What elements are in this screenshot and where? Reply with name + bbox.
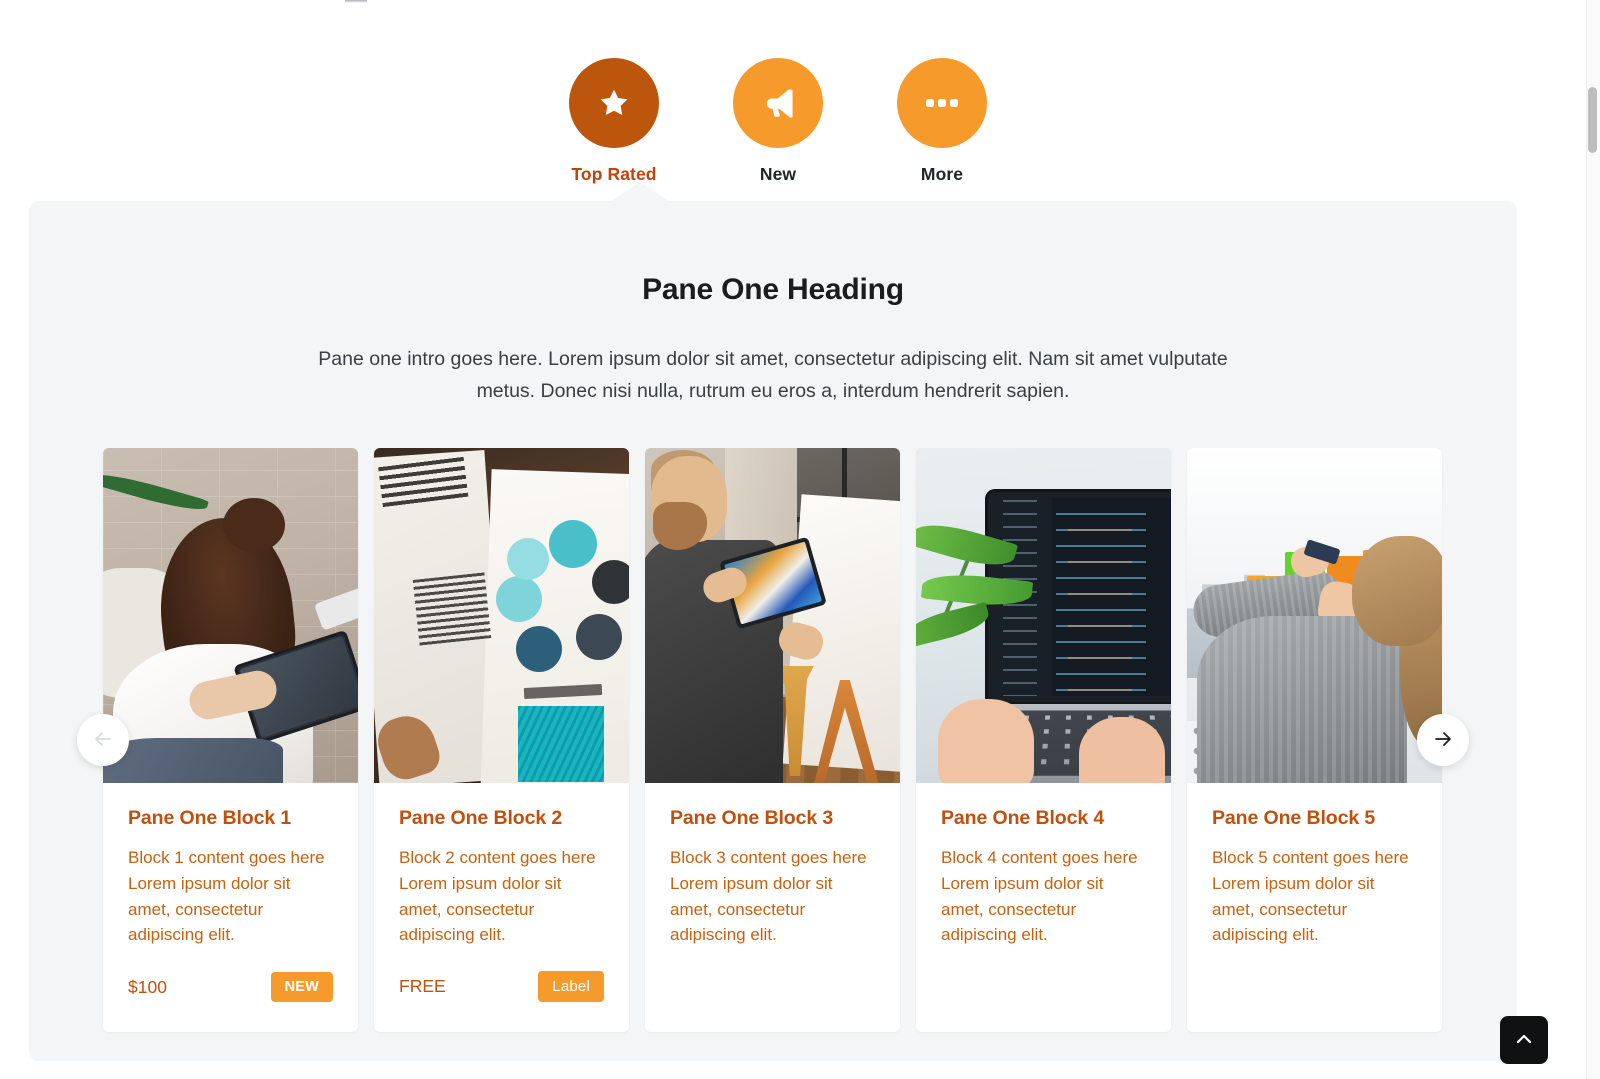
card-image-3 [645,448,900,783]
card-text: Block 2 content goes here Lorem ipsum do… [399,848,596,945]
card-image-5 [1187,448,1442,783]
card-footer: $100 NEW [128,972,333,1032]
card-item[interactable]: Pane One Block 1 Block 1 content goes he… [103,448,358,1032]
arrow-right-icon [1431,727,1455,754]
card-item[interactable]: Pane One Block 5 Block 5 content goes he… [1187,448,1442,1032]
tab-more[interactable]: More [897,58,987,185]
pane-intro-text: Pane one intro goes here. Lorem ipsum do… [318,348,1228,402]
card-carousel: Pane One Block 1 Block 1 content goes he… [103,448,1443,1032]
card-item[interactable]: Pane One Block 3 Block 3 content goes he… [645,448,900,1032]
card-text: Block 4 content goes here Lorem ipsum do… [941,848,1138,945]
card-footer: FREE Label [399,971,604,1032]
megaphone-icon [760,85,796,121]
card-body: Pane One Block 3 Block 3 content goes he… [645,783,900,1032]
tab-new-circle [733,58,823,148]
card-title: Pane One Block 2 [399,807,563,829]
card-image-4 [916,448,1171,783]
page-root: Top Rated New More Pane One Heading Pane… [0,0,1600,1079]
page-scrollbar-track[interactable] [1586,0,1600,1079]
card-title: Pane One Block 5 [1212,807,1376,829]
card-price: FREE [399,976,446,996]
tab-more-circle [897,58,987,148]
card-image-1 [103,448,358,783]
panel-pointer-triangle [612,182,668,201]
status-badge[interactable]: NEW [270,972,333,1002]
card-footer [670,980,875,1032]
card-body: Pane One Block 2 Block 2 content goes he… [374,783,629,1032]
page-scrollbar-thumb[interactable] [1588,87,1597,153]
card-title: Pane One Block 4 [941,807,1105,829]
tab-more-label: More [920,164,964,184]
card-text: Block 5 content goes here Lorem ipsum do… [1212,848,1409,945]
card-item[interactable]: Pane One Block 2 Block 2 content goes he… [374,448,629,1032]
card-text: Block 3 content goes here Lorem ipsum do… [670,848,867,945]
card-body: Pane One Block 4 Block 4 content goes he… [916,783,1171,1032]
tab-new-label: New [759,164,797,184]
card-price: $100 [128,976,167,997]
card-item[interactable]: Pane One Block 4 Block 4 content goes he… [916,448,1171,1032]
card-title: Pane One Block 3 [670,807,834,829]
carousel-next-button[interactable] [1417,714,1469,766]
carousel-prev-button[interactable] [77,714,129,766]
star-icon [597,86,631,120]
card-image-2 [374,448,629,783]
arrow-left-icon [91,727,115,754]
page-title: Pane One Heading [642,273,904,306]
card-body: Pane One Block 5 Block 5 content goes he… [1187,783,1442,1032]
status-badge[interactable]: Label [538,971,604,1002]
card-body: Pane One Block 1 Block 1 content goes he… [103,783,358,1032]
clipped-text-sliver [345,0,367,3]
tab-new[interactable]: New [733,58,823,185]
chevron-up-icon [1512,1027,1536,1054]
ellipsis-icon [924,95,960,111]
card-footer [941,980,1146,1032]
card-text: Block 1 content goes here Lorem ipsum do… [128,848,325,945]
card-title: Pane One Block 1 [128,807,292,829]
tab-strip: Top Rated New More [0,58,1556,185]
scroll-to-top-button[interactable] [1500,1016,1548,1064]
card-footer [1212,980,1417,1032]
tab-top-rated[interactable]: Top Rated [569,58,659,185]
pane-one-panel: Pane One Heading Pane one intro goes her… [29,182,1517,1061]
tab-top-rated-circle [569,58,659,148]
